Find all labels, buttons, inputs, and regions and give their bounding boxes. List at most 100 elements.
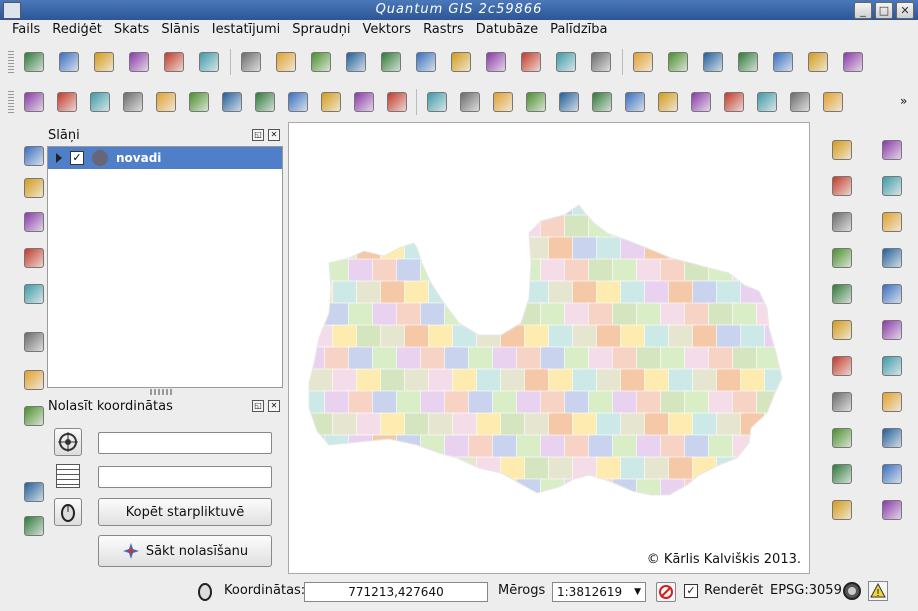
- menu-database[interactable]: Datubāze: [470, 20, 544, 42]
- minimize-button[interactable]: _: [854, 2, 872, 19]
- select-feature-button[interactable]: [828, 208, 855, 235]
- toolbar-grip[interactable]: [8, 49, 14, 75]
- crs-select-button[interactable]: [54, 428, 82, 456]
- paste-features-button[interactable]: [317, 89, 344, 116]
- show-bookmarks-button[interactable]: [828, 424, 855, 451]
- zoom-native-button[interactable]: [878, 460, 905, 487]
- menu-raster[interactable]: Rastrs: [417, 20, 470, 42]
- toolbar-grip[interactable]: [8, 89, 14, 115]
- toggle-editing-button[interactable]: [53, 89, 80, 116]
- float-panel-icon[interactable]: ◱: [252, 129, 264, 141]
- add-delimited-text-button[interactable]: [517, 49, 544, 76]
- new-bookmark-button[interactable]: [828, 388, 855, 415]
- text-annotation-button[interactable]: [828, 460, 855, 487]
- zoom-next-button[interactable]: [878, 424, 905, 451]
- save-edits-button[interactable]: [86, 89, 113, 116]
- pan-to-selection-button[interactable]: [878, 172, 905, 199]
- menu-settings[interactable]: Iestatījumi: [206, 20, 287, 42]
- add-wfs-layer-button[interactable]: [482, 49, 509, 76]
- add-part-button[interactable]: [555, 89, 582, 116]
- cut-features-button[interactable]: [251, 89, 278, 116]
- attribute-table-button[interactable]: [828, 280, 855, 307]
- add-postgis-layer-button[interactable]: [307, 49, 334, 76]
- identify-button[interactable]: [828, 136, 855, 163]
- zoom-last-button[interactable]: [878, 388, 905, 415]
- menu-layer[interactable]: Slānis: [155, 20, 205, 42]
- gps-button[interactable]: [20, 366, 47, 393]
- warning-icon[interactable]: !: [868, 581, 888, 601]
- map-canvas[interactable]: © Kārlis Kalviškis 2013.: [288, 122, 810, 574]
- split-parts-button[interactable]: [383, 89, 410, 116]
- track-mouse-button[interactable]: [54, 498, 82, 526]
- epsg-label[interactable]: EPSG:3059: [770, 583, 842, 598]
- reshape-button[interactable]: [654, 89, 681, 116]
- delete-part-button[interactable]: [621, 89, 648, 116]
- expand-arrow-icon[interactable]: [56, 153, 62, 163]
- current-edits-button[interactable]: [20, 89, 47, 116]
- delete-selected-button[interactable]: [218, 89, 245, 116]
- menu-plugins[interactable]: Spraudņi: [286, 20, 356, 42]
- coordinate-field-2[interactable]: [98, 466, 272, 488]
- move-feature-button[interactable]: [152, 89, 179, 116]
- render-checkbox[interactable]: ✓: [684, 584, 698, 598]
- deselect-button[interactable]: [828, 244, 855, 271]
- menu-edit[interactable]: Rediģēt: [46, 20, 108, 42]
- add-vector-layer-button[interactable]: [237, 49, 264, 76]
- toolbar-overflow-button[interactable]: »: [900, 94, 907, 108]
- start-capture-button[interactable]: Sākt nolasīšanu: [98, 535, 272, 567]
- add-feature-button[interactable]: [119, 89, 146, 116]
- georeferencer-button[interactable]: [20, 280, 47, 307]
- simplify-feature-button[interactable]: [489, 89, 516, 116]
- node-tool-button[interactable]: [185, 89, 212, 116]
- label-tag-button[interactable]: [699, 49, 726, 76]
- zoom-in-button[interactable]: [878, 208, 905, 235]
- new-shapefile-button[interactable]: [587, 49, 614, 76]
- close-panel-icon[interactable]: ✕: [268, 400, 280, 412]
- menu-file[interactable]: Fails: [6, 20, 46, 42]
- add-raster-layer-button[interactable]: [272, 49, 299, 76]
- layer-visibility-checkbox[interactable]: ✓: [70, 151, 84, 165]
- grid-plugin-button[interactable]: [20, 402, 47, 429]
- menu-view[interactable]: Skats: [108, 20, 155, 42]
- label-rotate-button[interactable]: [804, 49, 831, 76]
- offset-curve-button[interactable]: [687, 89, 714, 116]
- undo-button[interactable]: [423, 89, 450, 116]
- measure-line-button[interactable]: [828, 316, 855, 343]
- float-panel-icon[interactable]: ◱: [252, 400, 264, 412]
- save-project-button[interactable]: [90, 49, 117, 76]
- copy-to-clipboard-button[interactable]: Kopēt starpliktuvē: [98, 498, 272, 526]
- zoom-full-button[interactable]: [878, 280, 905, 307]
- add-mssql-layer-button[interactable]: [377, 49, 404, 76]
- merge-attributes-button[interactable]: [786, 89, 813, 116]
- menu-help[interactable]: Palīdzība: [544, 20, 613, 42]
- layers-list[interactable]: ✓ novadi: [47, 146, 283, 388]
- rotate-symbols-button[interactable]: [819, 89, 846, 116]
- new-project-button[interactable]: [20, 49, 47, 76]
- open-project-button[interactable]: [55, 49, 82, 76]
- print-button[interactable]: [195, 49, 222, 76]
- label-pin-button[interactable]: [664, 49, 691, 76]
- db-button[interactable]: [828, 496, 855, 523]
- save-as-button[interactable]: [125, 49, 152, 76]
- close-panel-icon[interactable]: ✕: [268, 129, 280, 141]
- zoom-to-layer-button[interactable]: [878, 316, 905, 343]
- menu-vector[interactable]: Vektors: [356, 20, 417, 42]
- remove-layer-button[interactable]: [552, 49, 579, 76]
- add-wms-layer-button[interactable]: [412, 49, 439, 76]
- redo-button[interactable]: [456, 89, 483, 116]
- scale-combo[interactable]: 1:3812619 ▼: [552, 582, 646, 602]
- label-button[interactable]: [629, 49, 656, 76]
- histogram-2-button[interactable]: [20, 208, 47, 235]
- help-book-button[interactable]: [20, 478, 47, 505]
- delete-ring-button[interactable]: [588, 89, 615, 116]
- zoom-to-selection-button[interactable]: [878, 352, 905, 379]
- coordinate-field-1[interactable]: [98, 432, 272, 454]
- globe-button[interactable]: [878, 496, 905, 523]
- layer-row-novadi[interactable]: ✓ novadi: [48, 147, 282, 169]
- projection-globe-icon[interactable]: [842, 581, 862, 605]
- stop-render-icon[interactable]: [656, 582, 676, 602]
- whats-this-button[interactable]: [20, 512, 47, 539]
- coordinate-toggle-icon[interactable]: [196, 581, 214, 605]
- label-change-button[interactable]: [839, 49, 866, 76]
- maximize-button[interactable]: □: [875, 2, 893, 19]
